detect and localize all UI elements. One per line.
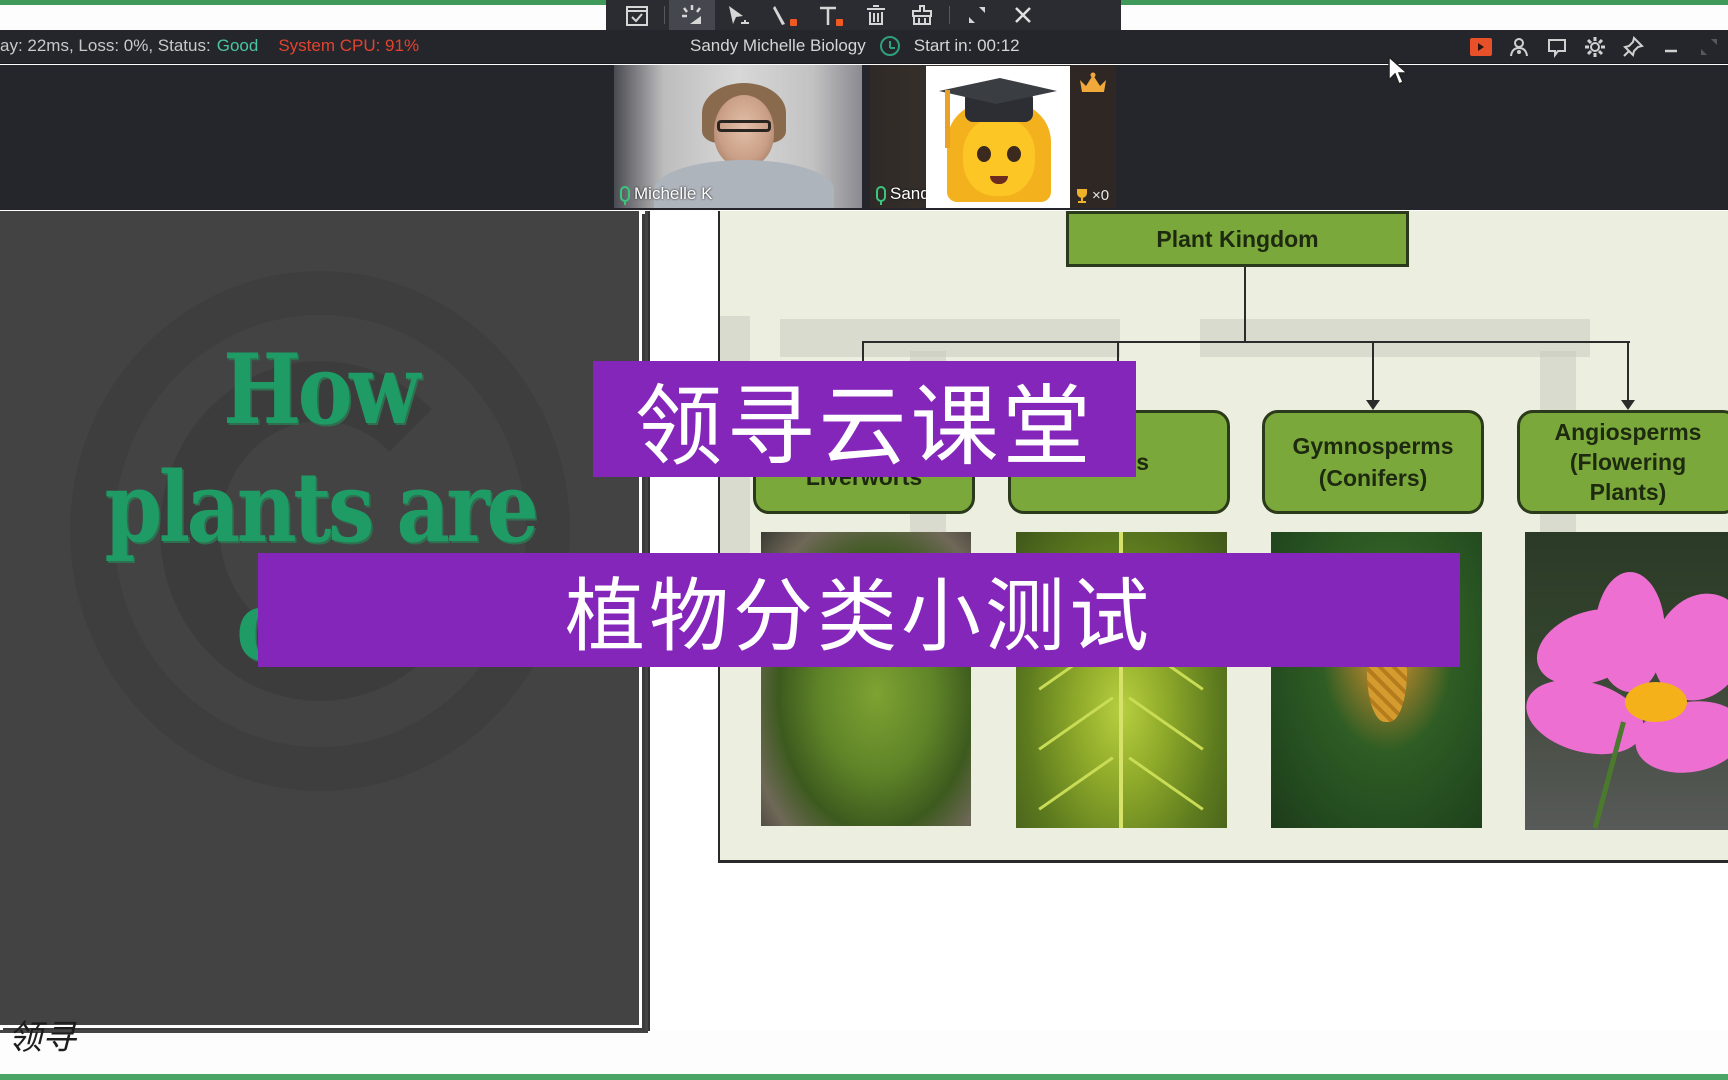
toolbar-separator xyxy=(949,6,950,24)
members-button[interactable] xyxy=(1500,34,1538,60)
flower-center xyxy=(1625,682,1687,722)
fern-leaf xyxy=(1038,756,1114,811)
delete-tool-button[interactable] xyxy=(853,0,899,30)
participant-name: Michelle K xyxy=(620,184,713,205)
text-color-indicator xyxy=(836,19,843,26)
arrow-icon xyxy=(1621,400,1635,410)
participant-name-text: Michelle K xyxy=(634,184,713,203)
fern-leaf xyxy=(1128,696,1204,751)
minimize-icon xyxy=(1665,49,1677,53)
screen: Plant Kingdom Liverworts s Gymnosperms (… xyxy=(0,0,1728,1080)
cosmos-flower-photo xyxy=(1525,532,1728,830)
petal xyxy=(1595,572,1665,692)
node-label: (Conifers) xyxy=(1318,465,1428,491)
connector-line xyxy=(1244,267,1246,343)
panel-edge xyxy=(0,1030,648,1033)
participant-video xyxy=(717,120,771,132)
expand-icon xyxy=(1701,39,1717,55)
network-stats: ay: 22ms, Loss: 0%, Status: xyxy=(0,36,211,55)
broom-icon xyxy=(912,5,932,25)
mouse-cursor-icon xyxy=(1388,56,1408,86)
start-timer: Start in: 00:12 xyxy=(913,36,1020,55)
connector-line xyxy=(1627,341,1629,403)
pin-button[interactable] xyxy=(1614,34,1652,60)
status-bar: ay: 22ms, Loss: 0%, Status: Good System CP… xyxy=(0,30,1728,64)
corner-watermark: 领寻 xyxy=(8,1018,76,1058)
connector-line xyxy=(1372,341,1374,403)
video-strip xyxy=(0,65,1728,210)
student-emoji-avatar xyxy=(926,66,1070,208)
node-label: s xyxy=(1136,449,1149,475)
node-angiosperms: Angiosperms (Flowering Plants) xyxy=(1517,410,1728,514)
node-label: Plant Kingdom xyxy=(1156,226,1319,252)
crown-icon xyxy=(1080,72,1106,92)
node-gymnosperms: Gymnosperms (Conifers) xyxy=(1262,410,1484,514)
mic-icon xyxy=(620,186,630,205)
members-icon xyxy=(1510,38,1528,57)
network-status: ay: 22ms, Loss: 0%, Status: Good System CP… xyxy=(0,36,419,56)
pen-color-indicator xyxy=(790,19,797,26)
bottom-border xyxy=(0,1074,1728,1080)
expand-button[interactable] xyxy=(1690,34,1728,60)
fern-leaf xyxy=(1128,756,1204,811)
trash-icon xyxy=(867,5,885,25)
toolbar-separator xyxy=(664,6,665,24)
fern-leaf xyxy=(1038,696,1114,751)
trophy-count-text: ×0 xyxy=(1092,187,1110,204)
arrow-icon xyxy=(1366,400,1380,410)
window-controls xyxy=(1462,34,1728,60)
participant-badges: ×0 xyxy=(1070,66,1116,208)
checkbox-window-icon xyxy=(626,6,648,26)
class-info: Sandy Michelle Biology Start in: 00:12 xyxy=(690,36,1020,56)
node-label: Gymnosperms xyxy=(1292,433,1454,459)
select-tool-button[interactable] xyxy=(614,0,660,30)
chat-icon xyxy=(1548,39,1566,58)
video-tile-michelle[interactable]: Michelle K xyxy=(614,65,862,208)
watermark-block xyxy=(1200,319,1590,357)
node-label: Angiosperms xyxy=(1554,419,1702,445)
connector-line xyxy=(862,341,1630,343)
pen-tool-button[interactable] xyxy=(761,0,807,30)
trophy-icon xyxy=(1077,188,1087,203)
node-label: Plants) xyxy=(1589,479,1667,505)
watermark-block xyxy=(780,319,1120,357)
mic-icon xyxy=(876,186,886,205)
clock-icon xyxy=(879,36,900,56)
pointer-tool-button[interactable] xyxy=(715,0,761,30)
chat-button[interactable] xyxy=(1538,34,1576,60)
quiz-title-banner: 植物分类小测试 xyxy=(258,553,1460,667)
record-icon xyxy=(1470,38,1492,56)
settings-icon xyxy=(1585,37,1605,57)
laser-pointer-button[interactable] xyxy=(669,0,715,30)
record-button[interactable] xyxy=(1462,34,1500,60)
brand-banner: 领寻云课堂 xyxy=(593,361,1136,478)
student-emoji-icon xyxy=(933,72,1063,202)
class-title: Sandy Michelle Biology xyxy=(690,36,866,55)
annotation-toolbar xyxy=(606,0,1121,30)
text-tool-button[interactable] xyxy=(807,0,853,30)
minimize-button[interactable] xyxy=(1652,34,1690,60)
cursor-arrow-icon xyxy=(729,6,749,24)
node-label: (Flowering xyxy=(1569,449,1687,475)
close-icon xyxy=(1015,7,1031,23)
pin-icon xyxy=(1623,36,1644,57)
node-plant-kingdom: Plant Kingdom xyxy=(1066,211,1409,267)
settings-button[interactable] xyxy=(1576,34,1614,60)
collapse-toolbar-button[interactable] xyxy=(954,0,1000,30)
laser-icon xyxy=(682,5,701,24)
network-status-value: Good xyxy=(216,36,259,55)
trophy-count: ×0 xyxy=(1074,187,1109,204)
cpu-warning: System CPU: 91% xyxy=(278,36,420,55)
clear-tool-button[interactable] xyxy=(899,0,945,30)
close-toolbar-button[interactable] xyxy=(1000,0,1046,30)
collapse-icon xyxy=(969,7,985,23)
